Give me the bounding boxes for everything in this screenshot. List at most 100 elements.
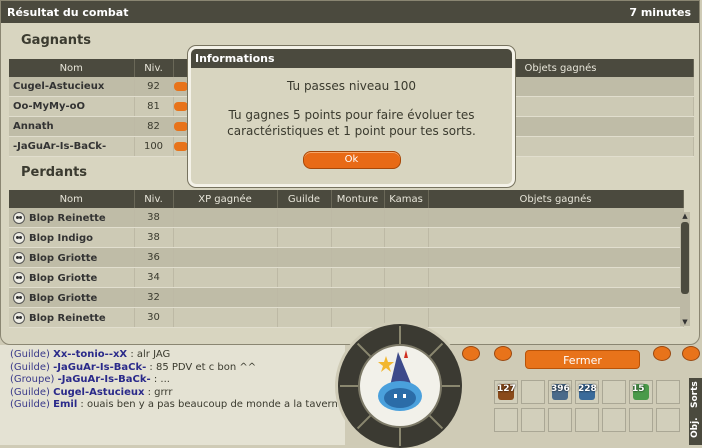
ok-button[interactable]: Ok — [302, 151, 401, 169]
losers-title: Perdants — [21, 165, 88, 180]
chat-log[interactable]: (Guilde) Xx--tonio--xX : alr JAG (Guilde… — [0, 345, 345, 445]
player-level: 100 — [134, 136, 174, 157]
tab-spells[interactable]: Sorts — [689, 378, 702, 411]
chat-channel: (Guilde) — [10, 386, 50, 398]
monster-level: 38 — [134, 208, 174, 228]
level-up-message: Tu passes niveau 100 — [287, 79, 416, 93]
chat-author[interactable]: Emil — [53, 399, 77, 410]
table-row[interactable]: Blop Reinette 30 — [9, 307, 684, 328]
tab-items[interactable]: Obj. — [689, 411, 702, 444]
chat-message: (Guilde) Cugel-Astucieux : grrr — [10, 387, 345, 400]
spell-bar: 127 396 228 15 — [494, 380, 689, 445]
dial-tick — [399, 428, 401, 446]
spell-slot[interactable] — [656, 408, 680, 432]
spell-slot[interactable] — [494, 408, 518, 432]
winners-title: Gagnants — [21, 33, 91, 48]
col-level[interactable]: Niv. — [134, 190, 174, 208]
slot-count: 127 — [497, 384, 516, 394]
status-orb-icon[interactable] — [494, 346, 512, 361]
result-titlebar[interactable]: Résultat du combat 7 minutes — [1, 1, 699, 23]
col-level[interactable]: Niv. — [134, 59, 174, 77]
portrait-frame — [358, 344, 442, 428]
losers-header-row: Nom Niv. XP gagnée Guilde Monture Kamas … — [9, 190, 684, 208]
monster-name: Blop Griotte — [9, 287, 135, 308]
player-name: -JaGuAr-Is-BaCk- — [9, 136, 135, 157]
col-items[interactable]: Objets gagnés — [428, 190, 684, 208]
spell-slot[interactable] — [548, 408, 572, 432]
spell-slot[interactable] — [629, 408, 653, 432]
chat-message: (Guilde) Xx--tonio--xX : alr JAG — [10, 349, 345, 362]
table-row[interactable]: Blop Reinette 38 — [9, 208, 684, 228]
col-xp[interactable]: XP gagnée — [173, 190, 278, 208]
status-orb-icon[interactable] — [462, 346, 480, 361]
spell-slot[interactable]: 127 — [494, 380, 518, 404]
col-guild[interactable]: Guilde — [277, 190, 332, 208]
player-name: Oo-MyMy-oO — [9, 96, 135, 117]
monster-name: Blop Griotte — [9, 267, 135, 288]
points-message: Tu gagnes 5 points pour faire évoluer te… — [227, 108, 476, 138]
scroll-down-arrow-icon[interactable]: ▼ — [680, 318, 690, 326]
spell-slot[interactable]: 396 — [548, 380, 572, 404]
chat-channel: (Guilde) — [10, 399, 50, 410]
monster-name-text: Blop Griotte — [29, 252, 98, 264]
chat-author[interactable]: -JaGuAr-Is-BaCk- — [58, 374, 151, 385]
spell-slot[interactable] — [602, 380, 626, 404]
fermer-button[interactable]: Fermer — [525, 350, 640, 369]
spell-slot[interactable] — [602, 408, 626, 432]
character-icon — [378, 350, 422, 411]
xp-bar — [173, 121, 188, 131]
monster-level: 32 — [134, 287, 174, 308]
col-mount[interactable]: Monture — [331, 190, 385, 208]
slot-count: 15 — [632, 384, 645, 394]
skull-icon — [13, 231, 25, 244]
xp-bar — [173, 81, 188, 91]
chat-channel: (Groupe) — [10, 374, 55, 385]
chat-text: : alr JAG — [127, 349, 171, 360]
skull-icon — [13, 271, 25, 284]
spell-slot[interactable] — [521, 408, 545, 432]
scroll-thumb[interactable] — [681, 222, 689, 294]
dialog-title[interactable]: Informations — [191, 49, 512, 68]
table-row[interactable]: Blop Griotte 34 — [9, 267, 684, 288]
skull-icon — [13, 211, 25, 224]
chat-text: : 85 PDV et c bon ^^ — [146, 361, 257, 373]
losers-scrollbar[interactable]: ▲ ▼ — [680, 212, 690, 326]
monster-name-text: Blop Reinette — [29, 312, 106, 324]
slot-count: 396 — [551, 384, 570, 394]
chat-author[interactable]: -JaGuAr-Is-BaCk- — [53, 362, 146, 373]
table-row[interactable]: Blop Griotte 36 — [9, 247, 684, 268]
monster-name: Blop Indigo — [9, 227, 135, 248]
result-title: Résultat du combat — [7, 5, 129, 19]
chat-author[interactable]: Cugel-Astucieux — [53, 387, 144, 398]
skull-icon — [13, 291, 25, 304]
scroll-up-arrow-icon[interactable]: ▲ — [680, 212, 690, 220]
monster-name: Blop Reinette — [9, 208, 135, 228]
monster-name-text: Blop Griotte — [29, 272, 98, 284]
chat-message: (Guilde) Emil : ouais ben y a pas beauco… — [10, 399, 345, 412]
col-kamas[interactable]: Kamas — [384, 190, 429, 208]
skull-icon — [13, 311, 25, 324]
spell-slot[interactable]: 15 — [629, 380, 653, 404]
table-row[interactable]: Blop Indigo 38 — [9, 227, 684, 248]
status-orb-icon[interactable] — [682, 346, 700, 361]
xp-bar — [173, 141, 188, 151]
character-portrait[interactable] — [338, 324, 462, 448]
table-row[interactable]: Blop Griotte 32 — [9, 287, 684, 308]
chat-channel: (Guilde) — [10, 361, 50, 373]
monster-name-text: Blop Griotte — [29, 292, 98, 304]
col-name[interactable]: Nom — [9, 190, 135, 208]
chat-text: : ouais ben y a pas beaucoup de monde a … — [77, 399, 344, 410]
col-name[interactable]: Nom — [9, 59, 135, 77]
spell-slot[interactable] — [575, 408, 599, 432]
monster-name: Blop Griotte — [9, 247, 135, 268]
chat-message: (Guilde) -JaGuAr-Is-BaCk- : 85 PDV et c … — [10, 362, 345, 375]
status-orb-icon[interactable] — [653, 346, 671, 361]
spell-slot[interactable] — [521, 380, 545, 404]
monster-name-text: Blop Indigo — [29, 232, 94, 244]
spell-slot[interactable] — [656, 380, 680, 404]
spell-slot[interactable]: 228 — [575, 380, 599, 404]
dial-tick — [442, 385, 460, 387]
chat-author[interactable]: Xx--tonio--xX — [53, 349, 127, 360]
monster-level: 36 — [134, 247, 174, 268]
slot-count: 228 — [578, 384, 597, 394]
